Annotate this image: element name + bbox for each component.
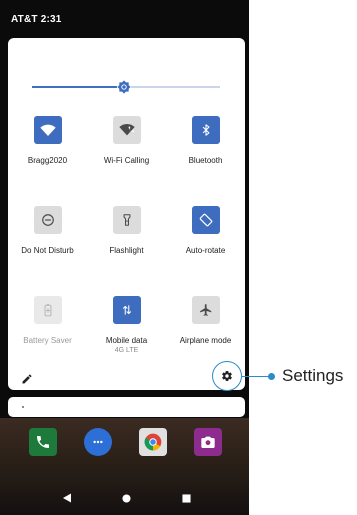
settings-callout-label: Settings [282,366,344,385]
mobile-data-icon[interactable] [112,296,141,324]
tile-label: Wi-Fi Calling [103,156,150,165]
tile-sublabel: 4G LTE [114,347,139,354]
tile-label: Bluetooth [188,156,223,165]
tile-do-not-disturb[interactable]: Do Not Disturb [8,206,87,255]
flashlight-icon[interactable] [112,206,141,234]
tile-wifi-calling[interactable]: Wi-Fi Calling [87,116,166,165]
tile-wifi[interactable]: Bragg2020 [8,116,87,165]
do-not-disturb-icon[interactable] [33,206,62,234]
status-bar-text: AT&T 2:31 [11,14,62,25]
recents-icon[interactable] [179,491,193,505]
tile-label: Airplane mode [179,336,232,345]
battery-saver-icon[interactable] [33,296,62,324]
messages-icon[interactable] [84,428,112,456]
brightness-slider[interactable] [32,79,220,95]
pencil-icon[interactable] [21,372,33,384]
tile-label: Mobile data [105,336,148,345]
tile-label: Bragg2020 [27,156,68,165]
brightness-track-filled [32,86,118,88]
gear-icon[interactable] [212,361,242,391]
notification-strip[interactable] [8,397,245,417]
wifi-icon[interactable] [33,116,62,144]
tile-battery-saver[interactable]: Battery Saver [8,296,87,345]
phone-icon[interactable] [29,428,57,456]
tile-label: Battery Saver [23,336,72,345]
tile-mobile-data[interactable]: Mobile data 4G LTE [87,296,166,354]
tile-flashlight[interactable]: Flashlight [87,206,166,255]
settings-callout-line [242,376,270,378]
camera-icon[interactable] [194,428,222,456]
airplane-icon[interactable] [191,296,220,324]
phone-screen: AT&T 2:31 Bragg2020 Wi-Fi Calling Blueto… [0,0,249,515]
tile-label: Flashlight [109,246,144,255]
notification-dot [22,406,24,408]
brightness-icon[interactable] [116,79,132,95]
tile-label: Auto-rotate [185,246,226,255]
back-icon[interactable] [60,491,74,505]
navigation-bar [0,482,249,515]
bluetooth-icon[interactable] [191,116,220,144]
wifi-calling-icon[interactable] [112,116,141,144]
brightness-track-empty [131,86,220,88]
tile-auto-rotate[interactable]: Auto-rotate [166,206,245,255]
chrome-icon[interactable] [139,428,167,456]
tile-label: Do Not Disturb [21,246,74,255]
quick-settings-panel: Bragg2020 Wi-Fi Calling Bluetooth Do Not… [8,38,245,390]
settings-callout-dot [268,373,275,380]
auto-rotate-icon[interactable] [191,206,220,234]
tile-bluetooth[interactable]: Bluetooth [166,116,245,165]
home-icon[interactable] [119,491,133,505]
tile-airplane-mode[interactable]: Airplane mode [166,296,245,345]
